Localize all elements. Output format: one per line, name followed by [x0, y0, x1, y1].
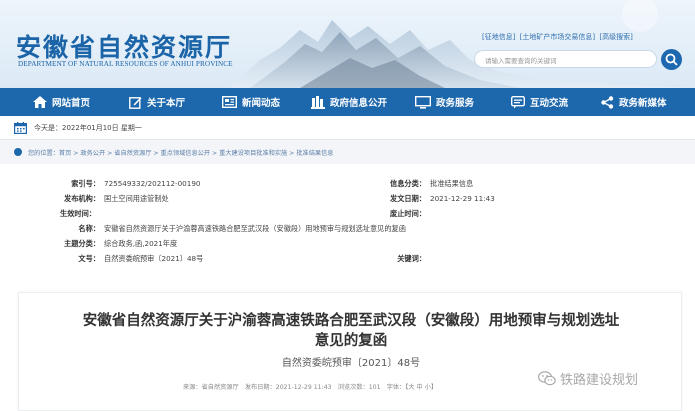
monitor-icon	[415, 95, 431, 109]
nav-item-interaction[interactable]: 互动交流	[511, 88, 568, 116]
meta-row: 索引号： 725549332/202112-00190 信息分类： 批准结果信息	[0, 179, 695, 191]
link-advanced-search[interactable]: [高级搜索]	[599, 33, 632, 41]
link-market-trading[interactable]: [土地矿产市场交易信息]	[520, 33, 595, 41]
article-card: 安徽省自然资源厅关于沪渝蓉高速铁路合肥至武汉段（安徽段）用地预审与规划选址 意见…	[18, 292, 682, 411]
date-bar: 今天是：2022年01月10日 星期一	[0, 116, 695, 140]
meta-value-name: 安徽省自然资源厅关于沪渝蓉高速铁路合肥至武汉段（安徽段）用地预审与规划选址意见的…	[104, 224, 406, 233]
nav-label: 网站首页	[52, 98, 91, 109]
nav-label: 关于本厅	[147, 98, 186, 109]
meta-label-name: 名称：	[78, 224, 100, 233]
article-doc-number: 自然资委皖预审〔2021〕48号	[281, 358, 421, 369]
meta-label-index: 索引号：	[71, 179, 100, 188]
watermark: 铁路建设规划	[538, 369, 638, 388]
meta-row: 发布机构： 国土空间用途管制处 发文日期： 2021-12-29 11:43	[0, 194, 695, 206]
site-logo-subtitle: DEPARTMENT OF NATURAL RESOURCES OF ANHUI…	[18, 60, 233, 68]
nav-label: 政务服务	[436, 98, 475, 109]
books-icon	[311, 95, 325, 109]
main-nav: 网站首页 关于本厅 新闻动态 政府信息公开 政务服务 互动交流 政务新媒体	[0, 88, 695, 116]
nav-item-gov-service[interactable]: 政务服务	[415, 88, 474, 116]
meta-label-date: 发文日期：	[390, 194, 426, 203]
breadcrumb: 您的位置：首页 > 政务公开 > 省自然资源厅 > 重点领域信息公开 > 重大建…	[0, 140, 695, 164]
meta-label-expire: 废止时间：	[390, 209, 426, 218]
article-title: 安徽省自然资源厅关于沪渝蓉高速铁路合肥至武汉段（安徽段）用地预审与规划选址 意见…	[19, 311, 683, 351]
nav-label: 政务新媒体	[619, 98, 667, 109]
nav-item-about[interactable]: 关于本厅	[129, 88, 185, 116]
meta-value-docno: 自然资委皖预审〔2021〕48号	[104, 254, 204, 263]
meta-row: 主题分类： 综合政务,函,2021年度	[0, 239, 695, 251]
search-icon	[665, 53, 678, 66]
nav-item-gov-info[interactable]: 政府信息公开	[311, 88, 387, 116]
newspaper-icon	[222, 96, 237, 108]
wechat-icon	[538, 371, 556, 386]
document-meta-table: 索引号： 725549332/202112-00190 信息分类： 批准结果信息…	[0, 170, 695, 278]
nav-item-new-media[interactable]: 政务新媒体	[601, 88, 667, 116]
today-date: 今天是：2022年01月10日 星期一	[34, 124, 142, 132]
share-icon	[601, 95, 614, 109]
nav-label: 新闻动态	[242, 98, 281, 109]
meta-label-docno: 文号：	[78, 254, 100, 263]
nav-item-news[interactable]: 新闻动态	[222, 88, 280, 116]
meta-row: 名称： 安徽省自然资源厅关于沪渝蓉高速铁路合肥至武汉段（安徽段）用地预审与规划选…	[0, 224, 695, 236]
meta-value-index: 725549332/202112-00190	[104, 179, 201, 188]
edit-icon	[129, 96, 142, 109]
meta-row: 生效时间： 废止时间：	[0, 209, 695, 221]
nav-label: 政府信息公开	[330, 98, 388, 109]
article-title-line2: 意见的复函	[314, 333, 388, 349]
watermark-text: 铁路建设规划	[560, 373, 639, 388]
top-links: [征地信息] [土地矿产市场交易信息] [高级搜索]	[482, 32, 635, 42]
breadcrumb-text[interactable]: 您的位置：首页 > 政务公开 > 省自然资源厅 > 重点领域信息公开 > 重大建…	[28, 148, 333, 157]
meta-value-topic: 综合政务,函,2021年度	[104, 239, 178, 248]
chat-icon	[511, 95, 525, 109]
meta-label-effective: 生效时间：	[60, 209, 96, 218]
nav-label: 互动交流	[530, 98, 569, 109]
article-meta-line: 来源：省自然资源厅 发布日期：2021-12-29 11:43 浏览次数：101…	[183, 384, 438, 391]
meta-value-publisher: 国土空间用途管制处	[104, 194, 169, 203]
home-icon	[33, 96, 47, 108]
location-icon	[14, 148, 22, 156]
meta-label-category: 信息分类：	[390, 179, 426, 188]
meta-label-topic: 主题分类：	[64, 239, 100, 248]
meta-row: 文号： 自然资委皖预审〔2021〕48号 关键词：	[0, 254, 695, 266]
meta-label-publisher: 发布机构：	[64, 194, 100, 203]
meta-value-date: 2021-12-29 11:43	[430, 194, 495, 203]
search-input[interactable]: 请输入需要查询的关键词	[474, 50, 657, 68]
header-banner: 安徽省自然资源厅 DEPARTMENT OF NATURAL RESOURCES…	[0, 0, 695, 88]
meta-value-category: 批准结果信息	[430, 179, 474, 188]
meta-label-keyword: 关键词：	[397, 254, 426, 263]
link-land-acquisition[interactable]: [征地信息]	[482, 33, 515, 41]
search-button[interactable]	[661, 49, 682, 70]
calendar-icon	[14, 122, 27, 134]
site-logo-text[interactable]: 安徽省自然资源厅	[16, 28, 232, 64]
nav-item-home[interactable]: 网站首页	[33, 88, 90, 116]
article-title-line1: 安徽省自然资源厅关于沪渝蓉高速铁路合肥至武汉段（安徽段）用地预审与规划选址	[82, 313, 620, 329]
